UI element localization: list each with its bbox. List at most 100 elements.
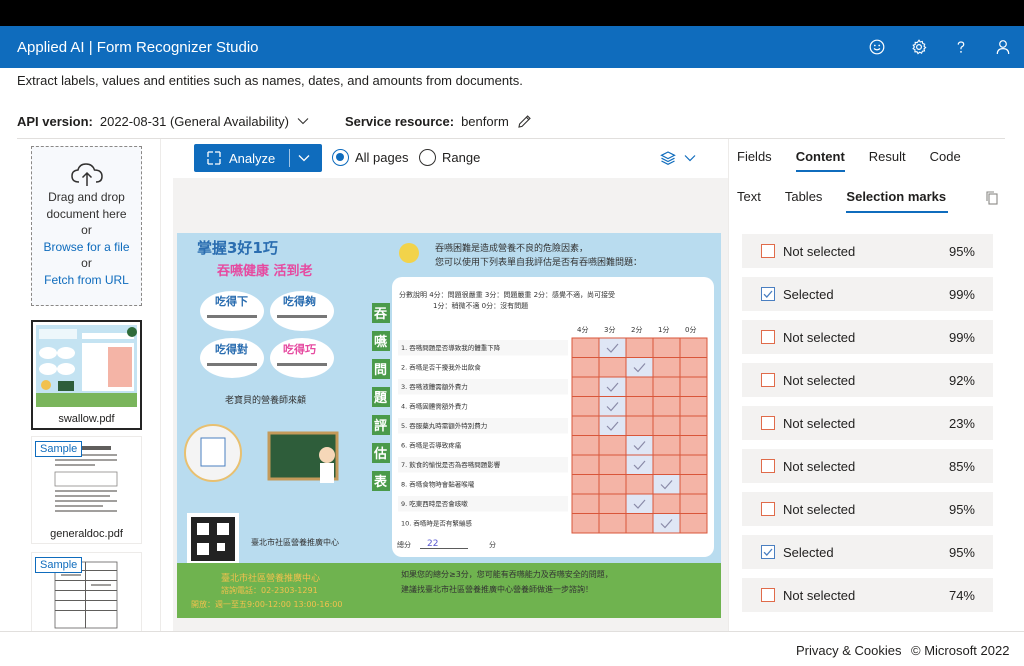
dropzone-or-2: or bbox=[81, 256, 92, 270]
doc-cell bbox=[625, 376, 654, 397]
doc-question: 4. 吞嚥固體需額外費力 bbox=[401, 402, 468, 411]
doc-cell bbox=[652, 454, 681, 475]
fetch-url-link[interactable]: Fetch from URL bbox=[32, 272, 141, 289]
doc-bubble-4: 吃得巧 bbox=[283, 342, 316, 356]
doc-cell-checked bbox=[625, 493, 654, 514]
selection-mark-label: Not selected bbox=[783, 501, 856, 517]
selection-mark-confidence: 95% bbox=[948, 544, 975, 560]
doc-question: 9. 吃東西時是否會咳嗽 bbox=[401, 499, 468, 508]
doc-bubble-3: 吃得對 bbox=[215, 342, 248, 356]
subtab-tables[interactable]: Tables bbox=[785, 189, 823, 213]
selection-mark-confidence: 95% bbox=[948, 501, 975, 517]
tab-content[interactable]: Content bbox=[795, 149, 845, 172]
selection-mark-item[interactable]: Not selected 85% bbox=[742, 449, 993, 483]
file-thumbnail-swallow[interactable]: swallow.pdf bbox=[31, 320, 142, 430]
selection-mark-label: Not selected bbox=[783, 587, 856, 603]
service-resource-label: Service resource: bbox=[344, 113, 455, 129]
doc-vertical-char: 問 bbox=[374, 363, 387, 378]
api-version-dropdown[interactable]: 2022-08-31 (General Availability) bbox=[100, 114, 309, 129]
checkbox-unchecked-icon bbox=[761, 459, 775, 473]
doc-question: 5. 吞服藥丸時需額外特別費力 bbox=[401, 421, 487, 430]
doc-right-title-1: 吞嚥困難是造成營養不良的危險因素， bbox=[435, 242, 588, 254]
doc-cell bbox=[571, 337, 600, 358]
selection-mark-label: Not selected bbox=[783, 329, 856, 345]
app-title[interactable]: Applied AI | Form Recognizer Studio bbox=[17, 39, 259, 56]
file-thumbnail-sample[interactable]: Sample bbox=[31, 552, 142, 631]
layers-menu[interactable] bbox=[660, 150, 696, 166]
smiley-icon[interactable] bbox=[856, 26, 898, 68]
selection-mark-item[interactable]: Not selected 95% bbox=[742, 234, 993, 268]
selection-mark-item[interactable]: Not selected 99% bbox=[742, 320, 993, 354]
selection-mark-label: Not selected bbox=[783, 415, 856, 431]
doc-advice-2: 建議找臺北市社區營養推廣中心營養師做進一步諮詢！ bbox=[401, 584, 593, 594]
doc-right-title-2: 您可以使用下列表單自我評估是否有吞嚥困難問題： bbox=[435, 256, 642, 268]
browse-file-link[interactable]: Browse for a file bbox=[32, 239, 141, 256]
selection-mark-confidence: 85% bbox=[948, 458, 975, 474]
gear-icon[interactable] bbox=[898, 26, 940, 68]
tab-fields[interactable]: Fields bbox=[737, 149, 772, 172]
help-icon[interactable] bbox=[940, 26, 982, 68]
selection-mark-item[interactable]: Selected 95% bbox=[742, 535, 993, 569]
doc-title-left: 掌握3好1巧 bbox=[197, 239, 278, 257]
doc-question: 7. 飲食的愉悅是否為吞嚥問題影響 bbox=[401, 460, 501, 469]
header-divider bbox=[17, 138, 1005, 139]
doc-cell bbox=[598, 493, 627, 514]
selection-mark-confidence: 99% bbox=[948, 329, 975, 345]
doc-cell bbox=[679, 357, 708, 378]
doc-cell bbox=[679, 396, 708, 417]
doc-question: 1. 吞嚥問題是否導致我的體重下降 bbox=[401, 343, 501, 352]
checkbox-unchecked-icon bbox=[761, 416, 775, 430]
selection-mark-item[interactable]: Not selected 95% bbox=[742, 492, 993, 526]
doc-cell bbox=[679, 493, 708, 514]
left-panel-divider bbox=[160, 139, 161, 631]
doc-bubble-1: 吃得下 bbox=[215, 294, 248, 308]
subtab-text[interactable]: Text bbox=[737, 189, 761, 213]
upload-dropzone[interactable]: Drag and drop document here or Browse fo… bbox=[31, 146, 142, 306]
doc-cell bbox=[625, 396, 654, 417]
chevron-down-icon[interactable] bbox=[298, 154, 310, 162]
edit-pencil-icon[interactable] bbox=[517, 114, 532, 129]
doc-total-unit: 分 bbox=[489, 540, 496, 549]
doc-total-label: 總分 bbox=[397, 540, 411, 549]
checkbox-checked-icon bbox=[761, 545, 775, 559]
checkbox-unchecked-icon bbox=[761, 588, 775, 602]
tab-result[interactable]: Result bbox=[869, 149, 906, 172]
privacy-cookies-link[interactable]: Privacy & Cookies bbox=[796, 643, 901, 658]
api-settings-row: API version: 2022-08-31 (General Availab… bbox=[17, 111, 1005, 131]
doc-cell-checked bbox=[625, 435, 654, 456]
checkbox-unchecked-icon bbox=[761, 373, 775, 387]
doc-cell-checked bbox=[652, 513, 681, 534]
selection-mark-item[interactable]: Not selected 92% bbox=[742, 363, 993, 397]
selection-mark-label: Not selected bbox=[783, 243, 856, 259]
button-separator bbox=[289, 149, 291, 167]
doc-score-header: 1分 bbox=[658, 325, 669, 334]
cloud-upload-icon bbox=[32, 161, 141, 189]
radio-all-pages[interactable]: All pages bbox=[332, 149, 408, 166]
radio-circle bbox=[419, 149, 436, 166]
subtab-selection-marks[interactable]: Selection marks bbox=[846, 189, 948, 213]
doc-cell bbox=[571, 493, 600, 514]
doc-cell bbox=[652, 357, 681, 378]
selection-mark-item[interactable]: Not selected 74% bbox=[742, 578, 993, 612]
doc-legend-2: 1分：稍微不適 0分：沒有問題 bbox=[433, 301, 528, 310]
copy-icon[interactable] bbox=[984, 190, 1000, 211]
radio-range[interactable]: Range bbox=[419, 149, 480, 166]
user-icon[interactable] bbox=[982, 26, 1024, 68]
doc-tel: 諮詢電話：02-2303-1291 bbox=[221, 585, 318, 595]
checkbox-checked-icon bbox=[761, 287, 775, 301]
doc-vertical-char: 吞 bbox=[374, 307, 387, 322]
doc-question: 10. 吞嚥時是否有緊繃感 bbox=[401, 519, 472, 528]
doc-cell-checked bbox=[625, 454, 654, 475]
selection-mark-label: Not selected bbox=[783, 372, 856, 388]
selection-mark-confidence: 74% bbox=[948, 587, 975, 603]
selection-mark-item[interactable]: Not selected 23% bbox=[742, 406, 993, 440]
dropzone-text-1: Drag and drop bbox=[48, 190, 125, 204]
analyze-button[interactable]: Analyze bbox=[194, 144, 322, 172]
doc-cell bbox=[625, 415, 654, 436]
layers-icon bbox=[660, 150, 676, 166]
selection-mark-item[interactable]: Selected 99% bbox=[742, 277, 993, 311]
doc-total-value: 22 bbox=[427, 539, 438, 549]
file-thumbnail-generaldoc[interactable]: Sample generaldoc.pdf bbox=[31, 436, 142, 544]
header-icons bbox=[856, 26, 1024, 68]
tab-code[interactable]: Code bbox=[930, 149, 961, 172]
